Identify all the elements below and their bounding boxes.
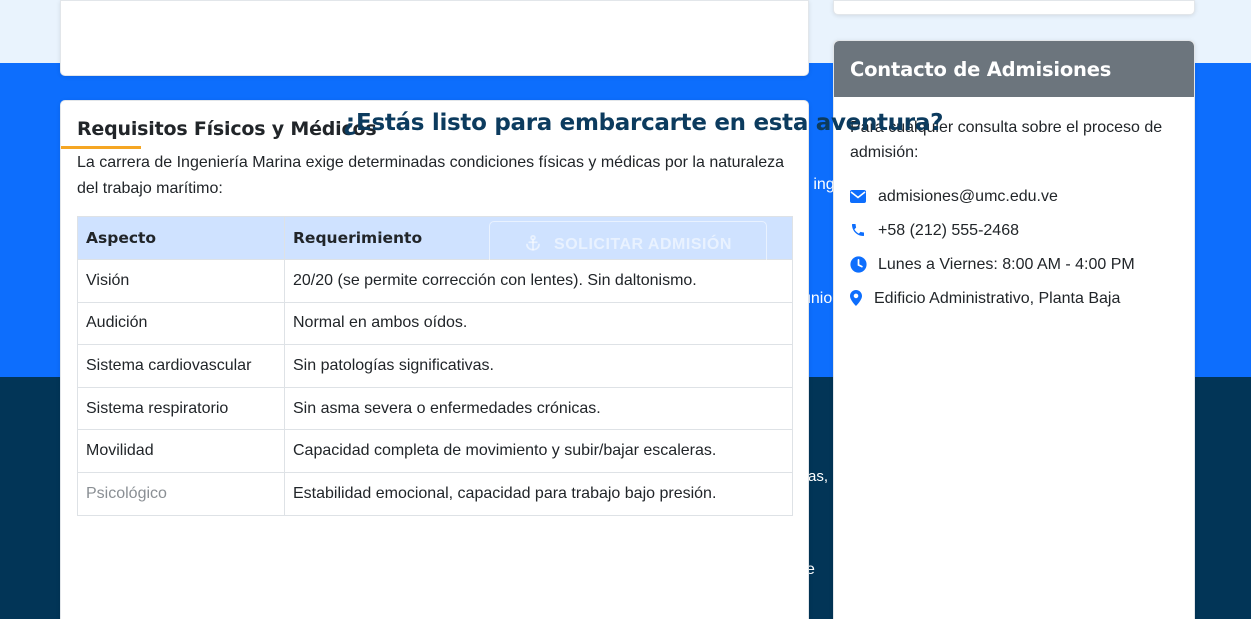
aspect-cell: Audición bbox=[77, 301, 285, 346]
envelope-icon bbox=[850, 189, 878, 203]
requirement-cell: Estabilidad emocional, capacidad para tr… bbox=[284, 471, 793, 516]
anchor-icon bbox=[524, 234, 542, 257]
title-underline bbox=[61, 146, 141, 149]
requirements-card: Requisitos Físicos y Médicos La carrera … bbox=[60, 100, 809, 619]
cta-title: ¿Estás listo para embarcarte en esta ave… bbox=[343, 110, 944, 136]
aspect-cell: Sistema respiratorio bbox=[77, 386, 285, 431]
contact-list: admisiones@umc.edu.ve +58 (212) 555-2468 bbox=[850, 179, 1178, 315]
contact-card-title: Contacto de Admisiones bbox=[834, 41, 1194, 97]
contact-location-item: Edificio Administrativo, Planta Baja bbox=[850, 281, 1178, 315]
table-row: Audición Normal en ambos oídos. bbox=[77, 301, 793, 346]
requirement-cell: Sin asma severa o enfermedades crónicas. bbox=[284, 386, 793, 431]
table-row: Sistema respiratorio Sin asma severa o e… bbox=[77, 386, 793, 431]
contact-hours-text: Lunes a Viernes: 8:00 AM - 4:00 PM bbox=[878, 255, 1135, 273]
contact-location-text: Edificio Administrativo, Planta Baja bbox=[874, 289, 1121, 307]
background-text-fragment: as, bbox=[808, 468, 829, 485]
content-card-previous bbox=[60, 0, 809, 76]
apply-admission-button[interactable]: SOLICITAR ADMISIÓN bbox=[489, 221, 767, 269]
contact-phone-item[interactable]: +58 (212) 555-2468 bbox=[850, 213, 1178, 247]
sidebar-card-previous bbox=[833, 0, 1195, 15]
phone-icon bbox=[850, 222, 878, 238]
contact-email-item[interactable]: admisiones@umc.edu.ve bbox=[850, 179, 1178, 213]
requirement-cell: Capacidad completa de movimiento y subir… bbox=[284, 429, 793, 473]
requirements-title: Requisitos Físicos y Médicos bbox=[77, 118, 377, 140]
contact-hours-item: Lunes a Viernes: 8:00 AM - 4:00 PM bbox=[850, 247, 1178, 281]
aspect-cell: Visión bbox=[77, 259, 285, 303]
requirement-cell: Normal en ambos oídos. bbox=[284, 301, 793, 346]
table-row: Sistema cardiovascular Sin patologías si… bbox=[77, 344, 793, 388]
requirement-cell: Sin patologías significativas. bbox=[284, 344, 793, 388]
map-marker-icon bbox=[850, 290, 874, 306]
table-row: Psicológico Estabilidad emocional, capac… bbox=[77, 471, 793, 516]
column-header-aspect: Aspecto bbox=[77, 216, 285, 260]
contact-email-text: admisiones@umc.edu.ve bbox=[878, 187, 1058, 205]
aspect-cell: Psicológico bbox=[77, 471, 285, 516]
apply-admission-label: SOLICITAR ADMISIÓN bbox=[554, 236, 732, 253]
aspect-cell: Sistema cardiovascular bbox=[77, 344, 285, 388]
clock-icon bbox=[850, 255, 878, 273]
table-row: Movilidad Capacidad completa de movimien… bbox=[77, 429, 793, 473]
aspect-cell: Movilidad bbox=[77, 429, 285, 473]
requirements-intro: La carrera de Ingeniería Marina exige de… bbox=[77, 154, 785, 197]
contact-phone-text: +58 (212) 555-2468 bbox=[878, 221, 1019, 239]
